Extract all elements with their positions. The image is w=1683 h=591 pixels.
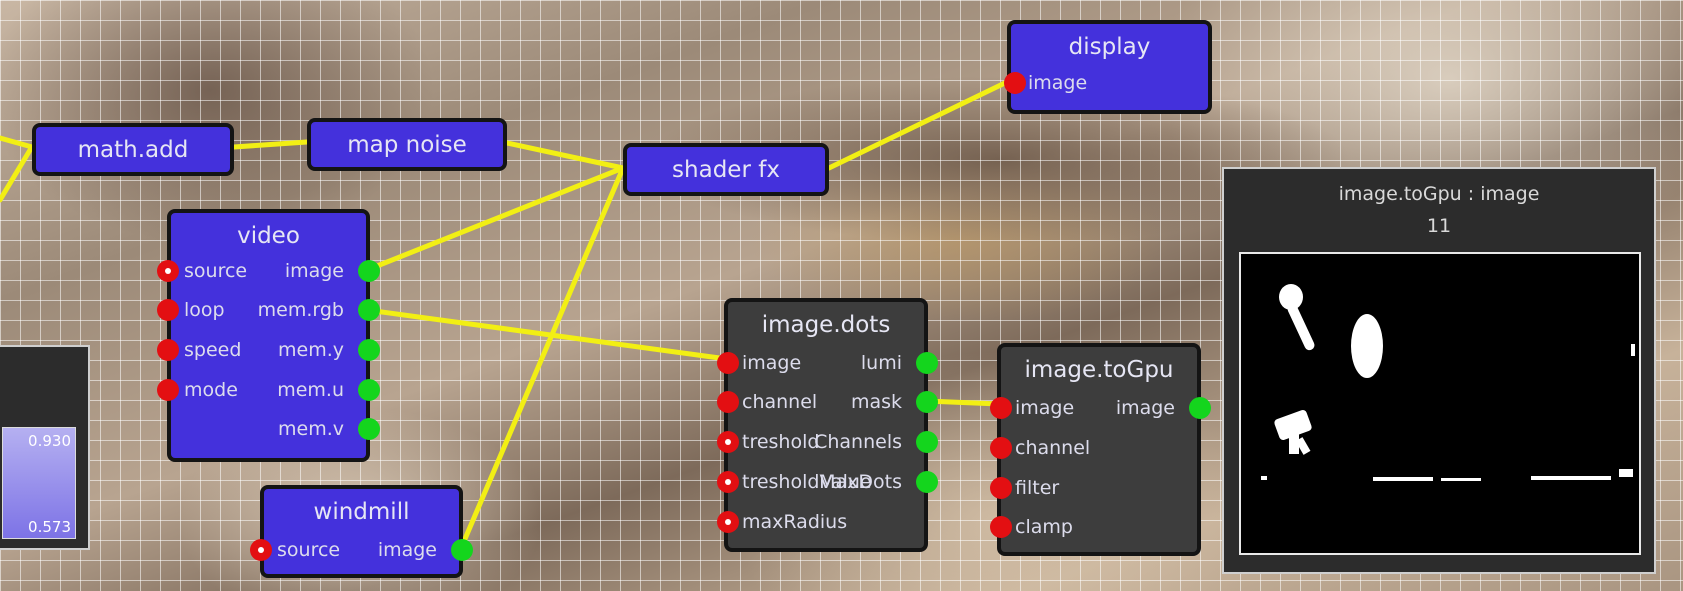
node-editor-canvas[interactable]: math.add map noise shader fx display ima… <box>0 0 1683 591</box>
node-title: display <box>1068 34 1151 60</box>
input-port-max-radius[interactable] <box>717 511 739 533</box>
node-title: windmill <box>313 499 410 525</box>
wire-math-add-to-map-noise[interactable] <box>231 139 310 150</box>
node-image-togpu[interactable]: image.toGpu image channel filter clamp i… <box>990 343 1211 556</box>
port-label: Channels <box>814 431 902 453</box>
node-title: video <box>237 223 300 249</box>
port-label: MaxDots <box>819 471 902 493</box>
value-graph: 0.930 0.573 <box>2 427 76 539</box>
mask-blob <box>1351 314 1383 378</box>
mask-blob <box>1531 476 1611 480</box>
input-port-treshold[interactable] <box>717 431 739 453</box>
output-port-mem-rgb[interactable] <box>358 299 380 321</box>
input-port-speed[interactable] <box>157 339 179 361</box>
output-port-max-dots[interactable] <box>916 471 938 493</box>
port-label: image <box>284 260 344 282</box>
node-map-noise[interactable]: map noise <box>307 118 507 171</box>
port-label: treshold <box>742 431 820 453</box>
output-port-image[interactable] <box>1189 397 1211 419</box>
node-math-add[interactable]: math.add <box>32 123 234 176</box>
port-label: speed <box>184 339 242 361</box>
value-graph-panel[interactable]: 0.930 0.573 <box>0 345 90 550</box>
port-label: mem.u <box>277 379 344 401</box>
wire-shader-fx-to-display[interactable] <box>826 78 1012 171</box>
input-port-mode[interactable] <box>157 379 179 401</box>
node-video[interactable]: video source loop speed mode image mem.r… <box>157 209 380 462</box>
preview-image <box>1239 252 1641 555</box>
output-port-lumi[interactable] <box>916 352 938 374</box>
mask-blob <box>1441 478 1481 481</box>
port-label: image <box>742 352 802 374</box>
input-port-clamp[interactable] <box>990 516 1012 538</box>
port-label: image <box>1115 397 1175 419</box>
node-title: map noise <box>347 132 467 158</box>
port-label: mask <box>850 391 902 413</box>
mask-blob <box>1631 344 1635 356</box>
port-label: source <box>277 539 341 561</box>
input-port-channel[interactable] <box>717 391 739 413</box>
node-display[interactable]: display image <box>1004 20 1212 114</box>
port-label: mem.y <box>278 339 344 361</box>
port-label: image <box>377 539 437 561</box>
port-label: mode <box>184 379 238 401</box>
node-windmill[interactable]: windmill source image <box>250 485 473 578</box>
output-port-mask[interactable] <box>916 391 938 413</box>
wire-offscreen-to-math-add[interactable] <box>0 135 35 150</box>
port-label: lumi <box>860 352 902 374</box>
output-port-image[interactable] <box>358 260 380 282</box>
input-port-loop[interactable] <box>157 299 179 321</box>
input-port-channel[interactable] <box>990 437 1012 459</box>
preview-title: image.toGpu : image <box>1338 183 1540 205</box>
input-port-image[interactable] <box>717 352 739 374</box>
mask-blob <box>1373 477 1433 481</box>
output-port-mem-y[interactable] <box>358 339 380 361</box>
port-label: source <box>184 260 248 282</box>
input-port-treshold-value[interactable] <box>717 471 739 493</box>
input-port-image[interactable] <box>990 397 1012 419</box>
node-title: math.add <box>77 137 189 163</box>
value-max-label: 0.930 <box>28 432 71 450</box>
input-port-source[interactable] <box>157 260 179 282</box>
input-port-filter[interactable] <box>990 477 1012 499</box>
mask-blob <box>1619 469 1633 477</box>
mask-blob <box>1285 302 1317 352</box>
wire-map-noise-to-shader-fx[interactable] <box>504 140 626 171</box>
preview-value: 11 <box>1426 215 1452 237</box>
port-label: clamp <box>1015 516 1073 538</box>
wire-offscreen-vertical[interactable] <box>0 147 33 203</box>
port-label: image <box>1028 72 1088 94</box>
port-label: channel <box>742 391 818 413</box>
node-title: image.toGpu <box>1024 357 1174 383</box>
node-title: image.dots <box>761 312 891 338</box>
port-label: mem.rgb <box>257 299 344 321</box>
output-port-image[interactable] <box>451 539 473 561</box>
output-preview-panel[interactable]: image.toGpu : image 11 <box>1222 167 1656 574</box>
port-label: maxRadius <box>742 511 848 533</box>
input-port-image[interactable] <box>1004 72 1026 94</box>
input-port-source[interactable] <box>250 539 272 561</box>
port-label: mem.v <box>278 418 344 440</box>
port-label: filter <box>1015 477 1060 499</box>
output-port-channels[interactable] <box>916 431 938 453</box>
node-image-dots[interactable]: image.dots image channel treshold tresho… <box>717 298 938 552</box>
node-title: shader fx <box>672 157 780 183</box>
output-port-mem-v[interactable] <box>358 418 380 440</box>
node-shader-fx[interactable]: shader fx <box>623 143 829 196</box>
output-port-mem-u[interactable] <box>358 379 380 401</box>
mask-blob <box>1261 476 1267 480</box>
port-label: channel <box>1015 437 1091 459</box>
port-label: loop <box>184 299 225 321</box>
port-label: image <box>1015 397 1075 419</box>
value-min-label: 0.573 <box>28 518 71 536</box>
